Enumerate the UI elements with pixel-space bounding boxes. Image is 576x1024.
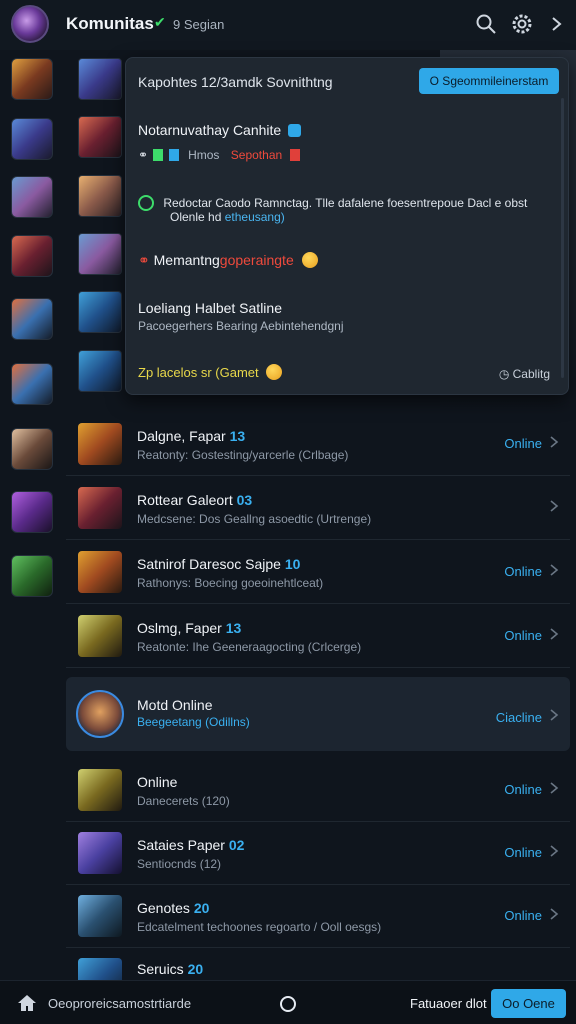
page-title: Komunitas [66, 14, 154, 33]
rail-item-4[interactable] [11, 235, 53, 277]
settings-icon[interactable] [511, 13, 533, 35]
verified-check-icon: ✔ [154, 14, 166, 30]
rail-item-1[interactable] [11, 58, 53, 100]
avatar [76, 690, 124, 738]
list-item[interactable]: Sataies Paper 02 Sentiocnds (12) Online [66, 823, 570, 885]
status-badge: Ciacline [495, 710, 542, 725]
entry-1-badge-icon [288, 124, 302, 137]
emoji-icon [266, 364, 283, 380]
entry-5-right[interactable]: ◷ Cablitg [499, 367, 550, 381]
rail-item-8[interactable] [11, 491, 53, 533]
entry-4-title: Loeliang Halbet Satline [138, 300, 282, 316]
app-header: Komunitas ✔ 9 Segian [0, 0, 576, 50]
list-item[interactable]: Satnirof Daresoc Sajpe 10 Rathonys: Boec… [66, 542, 570, 604]
thumb-5[interactable] [78, 291, 122, 333]
thumb-2[interactable] [78, 116, 122, 158]
entry-1-meta: ⚭ Hmos Sepothan [138, 148, 300, 162]
entry-5-text: Zp lacelos sr (Gamet [138, 364, 283, 380]
featured-member-row[interactable]: Motd Online Beegeetang (Odillns) Ciaclin… [66, 677, 570, 751]
row-thumbnail [78, 958, 122, 980]
thumb-4[interactable] [78, 233, 122, 275]
header-subtitle: 9 Segian [173, 17, 225, 32]
bottom-primary-button[interactable]: Oo Oene [491, 989, 566, 1018]
chevron-right-icon [550, 564, 559, 576]
left-rail [0, 50, 60, 980]
chevron-right-icon [550, 845, 559, 857]
rail-item-9[interactable] [11, 555, 53, 597]
thumb-1[interactable] [78, 58, 122, 100]
entry-3-title: ⚭ Memantnggoperaingte [138, 252, 318, 269]
status-badge: Online [504, 845, 542, 860]
row-thumbnail [78, 769, 122, 811]
entry-1-title: Notarnuvathay Canhite [138, 122, 302, 138]
list-item[interactable]: Online Danecerets (120) Online [66, 760, 570, 822]
row-thumbnail [78, 615, 122, 657]
panel-action-button[interactable]: O Sgeommileinerstam [419, 68, 559, 94]
link-icon: ⚭ [138, 148, 149, 162]
chevron-right-icon [550, 908, 559, 920]
row-thumbnail [78, 423, 122, 465]
chevron-right-icon [550, 628, 559, 640]
link-icon-red: ⚭ [138, 252, 150, 268]
search-icon[interactable] [475, 13, 497, 35]
community-popup-panel: Kapohtes 12/3amdk Sovnithtng O Sgeommile… [125, 57, 569, 395]
blue-tag-icon [168, 149, 179, 161]
community-avatar[interactable] [11, 5, 49, 43]
thumb-3[interactable] [78, 175, 122, 217]
bottom-bar: Oeoproreicsamostrtiarde Fatuaoer dlot Oo… [0, 980, 576, 1024]
green-tag-icon [153, 149, 164, 161]
chevron-right-icon[interactable] [546, 13, 568, 35]
rail-item-2[interactable] [11, 118, 53, 160]
red-tag-icon [289, 149, 300, 161]
chevron-right-icon [550, 709, 559, 721]
panel-scrollbar[interactable] [561, 98, 564, 378]
chevron-right-icon [550, 500, 559, 512]
list-item[interactable]: Dalgne, Fapar 13 Reatonty: Gostesting/ya… [66, 414, 570, 476]
entry-4-sub: Pacoegerhers Bearing Aebintehendgnj [138, 319, 344, 333]
smile-emoji-icon [301, 252, 318, 268]
home-icon[interactable] [17, 994, 37, 1012]
panel-header: Kapohtes 12/3amdk Sovnithtng [138, 74, 333, 90]
list-item[interactable]: Oslmg, Faper 13 Reatonte: Ihe Geeneraago… [66, 606, 570, 668]
rail-item-7[interactable] [11, 428, 53, 470]
status-badge: Online [504, 628, 542, 643]
entry-2-text2: Olenle hd etheusang) [170, 210, 285, 224]
rail-item-5[interactable] [11, 298, 53, 340]
list-item[interactable]: Genotes 20 Edcatelment techoones regoart… [66, 886, 570, 948]
status-badge: Online [504, 908, 542, 923]
status-badge: Online [504, 782, 542, 797]
row-thumbnail [78, 895, 122, 937]
list-item[interactable]: Rottear Galeort 03 Medcsene: Dos Geallng… [66, 478, 570, 540]
circle-icon[interactable] [280, 996, 296, 1012]
chevron-right-icon [550, 436, 559, 448]
row-thumbnail [78, 487, 122, 529]
status-badge: Online [504, 436, 542, 451]
rail-item-3[interactable] [11, 176, 53, 218]
clock-icon: ◷ [498, 367, 510, 381]
entry-2-text: Redoctar Caodo Ramnctag. Tlle dafalene f… [138, 195, 558, 211]
green-circle-icon [138, 195, 154, 211]
thumb-6[interactable] [78, 350, 122, 392]
status-badge: Online [504, 564, 542, 579]
row-thumbnail [78, 832, 122, 874]
row-thumbnail [78, 551, 122, 593]
chevron-right-icon [550, 782, 559, 794]
bottom-bar-text: Oeoproreicsamostrtiarde [48, 996, 192, 1011]
list-item[interactable]: Seruics 20 [66, 949, 570, 980]
bottom-right-label[interactable]: Fatuaoer dlot [410, 996, 487, 1011]
rail-item-6[interactable] [11, 363, 53, 405]
